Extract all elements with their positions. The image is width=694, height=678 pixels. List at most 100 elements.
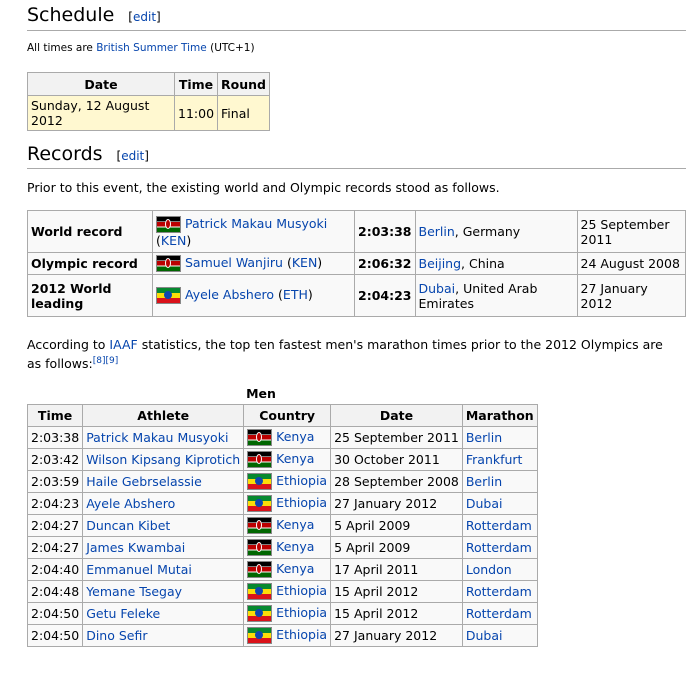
- athlete-link[interactable]: Ayele Abshero: [86, 496, 175, 511]
- country-link[interactable]: Ethiopia: [276, 605, 327, 620]
- country-link[interactable]: Kenya: [276, 539, 314, 554]
- marathon-link[interactable]: Rotterdam: [466, 518, 532, 533]
- row-marathon: Rotterdam: [461, 580, 538, 603]
- bst-link[interactable]: British Summer Time: [96, 42, 207, 54]
- row-athlete: Dino Sefir: [82, 624, 245, 647]
- athlete-link[interactable]: Patrick Makau Musyoki: [86, 430, 228, 445]
- schedule-edit[interactable]: edit: [133, 10, 156, 24]
- row-country: Kenya: [243, 448, 332, 471]
- row-date: 17 April 2011: [330, 558, 463, 581]
- athlete-link[interactable]: James Kwambai: [86, 540, 185, 555]
- marathon-link[interactable]: Berlin: [466, 474, 502, 489]
- athlete-link[interactable]: Haile Gebrselassie: [86, 474, 202, 489]
- row-marathon: Rotterdam: [461, 536, 538, 559]
- timezone-note: All times are British Summer Time (UTC+1…: [27, 42, 255, 54]
- row-time: 2:03:42: [26, 448, 84, 471]
- athlete-link[interactable]: Duncan Kibet: [86, 518, 170, 533]
- row-athlete: Yemane Tsegay: [82, 580, 245, 603]
- row-date: 28 September 2008: [330, 470, 463, 493]
- records-edit-link[interactable]: [edit]: [117, 149, 149, 163]
- row-time: 2:04:40: [26, 558, 84, 581]
- row-marathon: London: [461, 558, 538, 581]
- athlete-link[interactable]: Dino Sefir: [86, 628, 147, 643]
- schedule-title: Schedule: [27, 4, 115, 26]
- country-link[interactable]: Ethiopia: [276, 583, 327, 598]
- record-place: Dubai, United Arab Emirates: [414, 274, 578, 317]
- men-header-date: Date: [330, 404, 463, 427]
- marathon-link[interactable]: Dubai: [466, 496, 503, 511]
- ref-9[interactable]: [9]: [106, 356, 119, 366]
- table-row: 2:04:27 James Kwambai Kenya 5 April 2009 Rot…: [26, 536, 538, 559]
- country-link[interactable]: Ethiopia: [276, 473, 327, 488]
- schedule-edit-link[interactable]: [edit]: [128, 10, 160, 24]
- kenya-flag-icon: [156, 255, 181, 272]
- athlete-link[interactable]: Wilson Kipsang Kiprotich: [86, 452, 240, 467]
- men-header-athlete: Athlete: [82, 404, 245, 427]
- record-label: 2012 World leading: [27, 274, 153, 317]
- records-edit[interactable]: edit: [121, 149, 144, 163]
- record-country-link[interactable]: ETH: [283, 287, 308, 302]
- row-athlete: Wilson Kipsang Kiprotich: [82, 448, 245, 471]
- schedule-header-round: Round: [217, 72, 270, 96]
- ethiopia-flag-icon: [247, 605, 273, 622]
- record-time: 2:03:38: [354, 210, 416, 253]
- row-date: 5 April 2009: [330, 514, 463, 537]
- row-country: Ethiopia: [243, 602, 332, 625]
- record-place-link[interactable]: Dubai: [419, 281, 456, 296]
- record-place: Beijing, China: [414, 252, 578, 275]
- table-row: 2:04:48 Yemane Tsegay Ethiopia 15 April 201…: [26, 580, 538, 603]
- country-link[interactable]: Kenya: [276, 429, 314, 444]
- ethiopia-flag-icon: [156, 287, 181, 304]
- marathon-link[interactable]: Rotterdam: [466, 540, 532, 555]
- record-place-rest: , Germany: [454, 224, 521, 239]
- country-link[interactable]: Kenya: [276, 561, 314, 576]
- ref-8[interactable]: [8]: [93, 356, 106, 366]
- athlete-link[interactable]: Emmanuel Mutai: [86, 562, 192, 577]
- marathon-link[interactable]: London: [466, 562, 512, 577]
- row-time: 2:04:23: [26, 492, 84, 515]
- marathon-link[interactable]: Rotterdam: [466, 584, 532, 599]
- record-country-link[interactable]: KEN: [292, 255, 317, 270]
- schedule-date: Sunday, 12 August 2012: [27, 95, 175, 131]
- record-athlete-link[interactable]: Patrick Makau Musyoki: [185, 216, 327, 231]
- record-athlete-link[interactable]: Ayele Abshero: [185, 287, 274, 302]
- table-row: 2:03:38 Patrick Makau Musyoki Kenya 25 Sept…: [26, 426, 538, 449]
- marathon-link[interactable]: Rotterdam: [466, 606, 532, 621]
- ethiopia-flag-icon: [247, 627, 273, 644]
- athlete-link[interactable]: Yemane Tsegay: [86, 584, 182, 599]
- records-intro: Prior to this event, the existing world …: [27, 180, 500, 195]
- country-link[interactable]: Ethiopia: [276, 495, 327, 510]
- kenya-flag-icon: [247, 429, 273, 446]
- row-date: 30 October 2011: [330, 448, 463, 471]
- row-date: 27 January 2012: [330, 492, 463, 515]
- men-table: Time Athlete Country Date Marathon 2:03:…: [26, 404, 538, 647]
- row-country: Ethiopia: [243, 580, 332, 603]
- men-header-country: Country: [243, 404, 332, 427]
- table-row: 2:04:27 Duncan Kibet Kenya 5 April 2009 Rott…: [26, 514, 538, 537]
- marathon-link[interactable]: Berlin: [466, 430, 502, 445]
- marathon-link[interactable]: Frankfurt: [466, 452, 523, 467]
- iaaf-link[interactable]: IAAF: [109, 337, 137, 352]
- record-country-link[interactable]: KEN: [161, 233, 186, 248]
- note-prefix: All times are: [27, 42, 93, 54]
- row-marathon: Rotterdam: [461, 514, 538, 537]
- marathon-link[interactable]: Dubai: [466, 628, 503, 643]
- country-link[interactable]: Kenya: [276, 517, 314, 532]
- record-athlete-link[interactable]: Samuel Wanjiru: [185, 255, 283, 270]
- country-link[interactable]: Ethiopia: [276, 627, 327, 642]
- table-row: 2:03:42 Wilson Kipsang Kiprotich Kenya 30 O…: [26, 448, 538, 471]
- row-athlete: Emmanuel Mutai: [82, 558, 245, 581]
- athlete-link[interactable]: Getu Feleke: [86, 606, 160, 621]
- row-country: Ethiopia: [243, 470, 332, 493]
- row-athlete: Haile Gebrselassie: [82, 470, 245, 493]
- row-marathon: Berlin: [461, 470, 538, 493]
- record-place-link[interactable]: Beijing: [419, 256, 462, 271]
- row-country: Ethiopia: [243, 624, 332, 647]
- row-time: 2:03:59: [26, 470, 84, 493]
- row-time: 2:04:50: [26, 624, 84, 647]
- record-place-link[interactable]: Berlin: [419, 224, 455, 239]
- row-athlete: Ayele Abshero: [82, 492, 245, 515]
- country-link[interactable]: Kenya: [276, 451, 314, 466]
- record-row-olympic: Olympic record Samuel Wanjiru (KEN) 2:06…: [27, 252, 686, 275]
- table-row: 2:04:50 Getu Feleke Ethiopia 15 April 2012 R…: [26, 602, 538, 625]
